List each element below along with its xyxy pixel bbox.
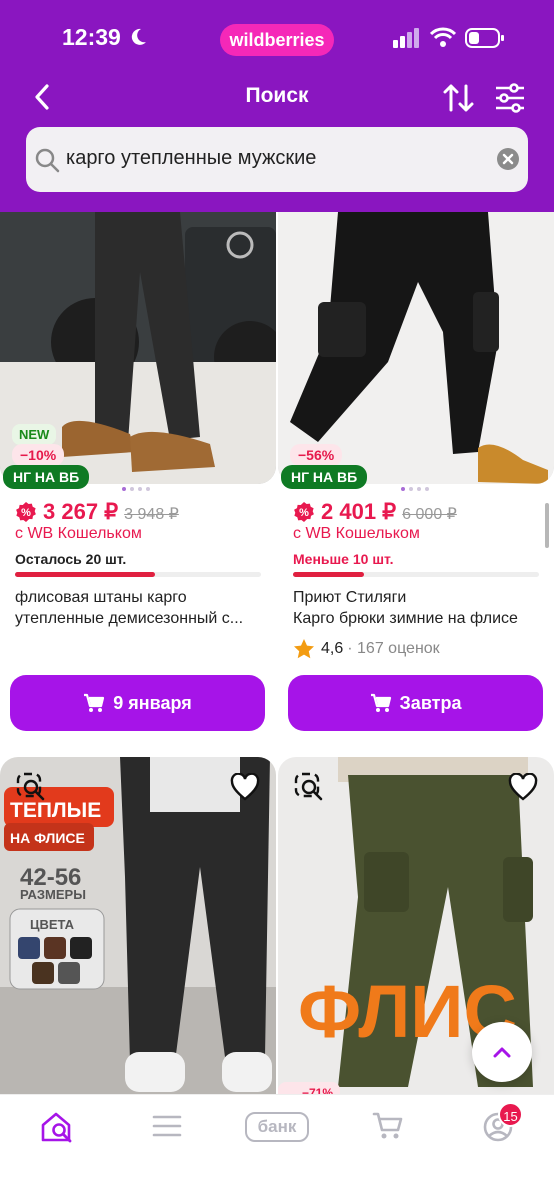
- price: 3 267 ₽: [43, 499, 119, 524]
- promo-badge: НГ НА ВБ: [281, 465, 368, 489]
- moon-icon: [131, 28, 146, 45]
- product-description[interactable]: Карго брюки зимние на флисе: [293, 610, 518, 628]
- wifi-icon: [430, 27, 456, 47]
- nav-catalog[interactable]: [152, 1111, 182, 1141]
- promo-badge: НГ НА ВБ: [3, 465, 90, 489]
- cart-icon: [370, 693, 391, 712]
- price-row: % 2 401 ₽ 6 000 ₽: [293, 499, 457, 525]
- rating: 4,6 · 167 оценок: [293, 638, 440, 659]
- stock-bar: [15, 572, 261, 577]
- product-image[interactable]: ТЕПЛЫЕ НА ФЛИСЕ 42-56 РАЗМЕРЫ ЦВЕТА: [0, 757, 276, 1097]
- wallet-text: с WB Кошельком: [15, 525, 142, 542]
- chevron-up-icon: [493, 1047, 511, 1058]
- discount-badge: −56%: [290, 444, 343, 466]
- sizes-label: РАЗМЕРЫ: [20, 887, 86, 902]
- profile-badge: 15: [498, 1102, 523, 1127]
- favorite-icon[interactable]: [508, 773, 538, 801]
- search-icon: [35, 148, 60, 173]
- rating-value: 4,6: [321, 639, 344, 657]
- top-bar: 12:39 wildberries Поиск карго утепленные…: [0, 0, 554, 212]
- bottom-navigation: банк: [0, 1094, 554, 1200]
- image-pager: [122, 487, 150, 491]
- similar-search-icon[interactable]: [294, 772, 324, 802]
- product-photo: ТЕПЛЫЕ НА ФЛИСЕ 42-56 РАЗМЕРЫ ЦВЕТА: [0, 757, 276, 1097]
- delivery-date: Завтра: [399, 692, 462, 713]
- status-time: 12:39: [62, 24, 121, 50]
- nav-bank[interactable]: банк: [245, 1112, 309, 1142]
- search-bar[interactable]: карго утепленные мужские: [26, 127, 528, 192]
- svg-text:%: %: [21, 507, 31, 519]
- delivery-date: 9 января: [113, 692, 192, 713]
- battery-icon: [465, 28, 504, 48]
- clear-icon[interactable]: [496, 147, 520, 171]
- search-input[interactable]: карго утепленные мужские: [66, 147, 316, 170]
- banner-title: ТЕПЛЫЕ: [10, 799, 101, 822]
- add-to-cart-button[interactable]: 9 января: [10, 675, 265, 731]
- sort-button[interactable]: [442, 82, 476, 114]
- wallet-text: с WB Кошельком: [293, 525, 420, 542]
- signal-icon: [393, 28, 419, 48]
- scroll-to-top-button[interactable]: [472, 1022, 532, 1082]
- stock-bar-fill: [15, 572, 156, 577]
- price-row: % 3 267 ₽ 3 948 ₽: [15, 499, 179, 525]
- add-to-cart-button[interactable]: Завтра: [288, 675, 543, 731]
- wallet-discount-icon: %: [294, 502, 314, 522]
- old-price: 6 000 ₽: [402, 506, 457, 523]
- star-icon: [294, 639, 314, 659]
- cart-icon: [84, 693, 105, 712]
- price: 2 401 ₽: [321, 499, 397, 524]
- wallet-discount-icon: %: [16, 502, 36, 522]
- wildberries-logo: wildberries: [220, 24, 334, 56]
- product-description[interactable]: утепленные демисезонный с...: [15, 610, 243, 628]
- discount-badge: −10%: [12, 444, 65, 466]
- nav-home-search[interactable]: [40, 1111, 74, 1143]
- favorite-icon[interactable]: [230, 773, 260, 801]
- colors-label: ЦВЕТА: [30, 917, 75, 932]
- stock-bar-fill: [293, 572, 365, 577]
- filter-button[interactable]: [494, 82, 526, 114]
- nav-cart[interactable]: [372, 1111, 404, 1141]
- product-name[interactable]: флисовая штаны карго: [15, 589, 187, 607]
- image-pager: [401, 487, 429, 491]
- stock-text: Осталось 20 шт.: [15, 551, 127, 567]
- old-price: 3 948 ₽: [124, 506, 179, 523]
- scrollbar[interactable]: [545, 503, 549, 548]
- reviews-count: · 167 оценок: [347, 639, 440, 657]
- similar-search-icon[interactable]: [16, 772, 46, 802]
- svg-text:%: %: [299, 507, 309, 519]
- banner-subtitle: НА ФЛИСЕ: [10, 830, 85, 846]
- product-brand[interactable]: Приют Стиляги: [293, 589, 406, 607]
- stock-text: Меньше 10 шт.: [293, 551, 394, 567]
- stock-bar: [293, 572, 539, 577]
- new-badge: NEW: [12, 424, 57, 445]
